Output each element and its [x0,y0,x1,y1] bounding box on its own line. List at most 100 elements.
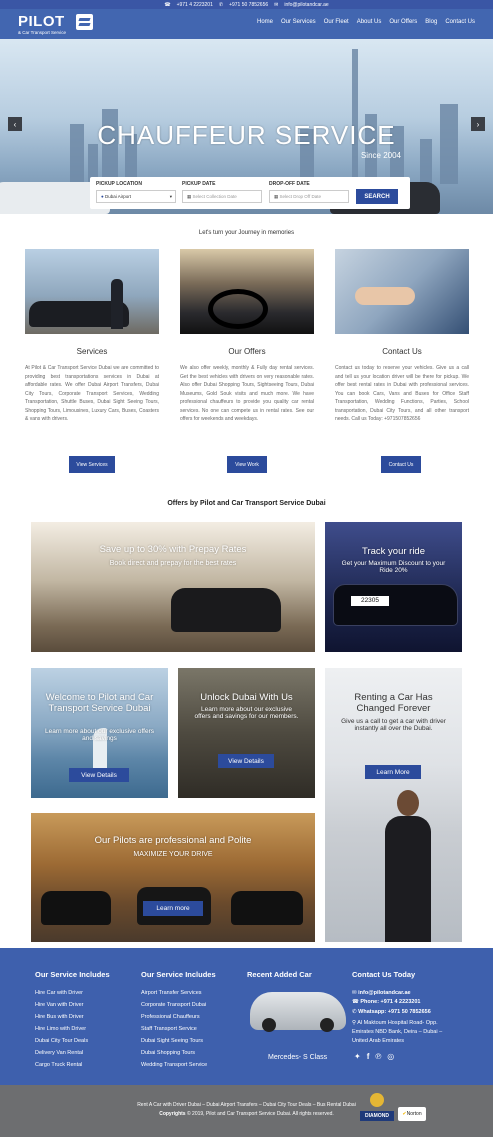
main-navbar: PILOT & Car Transport Service Home Our S… [0,9,493,39]
welcome-title: Welcome to Pilot and Car Transport Servi… [45,692,154,714]
footer-col4-title: Contact Us Today [352,970,416,979]
mercedes-car-image[interactable] [250,992,346,1032]
envelope-icon: ✉ [274,1,279,8]
footer-link[interactable]: Hire Bus with Driver [35,1014,84,1020]
hero-subtitle: Since 2004 [360,151,401,160]
services-title: Services [76,347,108,356]
footer-col3-title: Recent Added Car [247,970,312,979]
woman-body-shape [385,816,431,942]
prepay-title: Save up to 30% with Prepay Rates [99,544,247,555]
prepay-subtitle: Book direct and prepay for the best rate… [109,560,237,567]
license-plate: 22305 [351,596,389,606]
offers-image [180,249,314,334]
diamond-badge-label: DIAMOND [360,1111,394,1121]
track-ride-tile[interactable]: 22305 Track your ride Get your Maximum D… [325,522,462,652]
footer-link[interactable]: Professional Chauffeurs [141,1014,200,1020]
footer-link[interactable]: Dubai City Tour Deals [35,1038,88,1044]
dropoff-date-label: DROP-OFF DATE [269,181,310,187]
instagram-icon[interactable]: ◎ [387,1052,394,1061]
slider-next-button[interactable]: › [471,117,485,131]
social-icons: ✦ f ℗ ◎ [354,1052,394,1061]
view-services-button[interactable]: View Services [69,456,115,473]
footer-whatsapp[interactable]: ✆ Whatsapp: +971 50 7852656 [352,1009,431,1015]
suv-shape [171,588,281,632]
welcome-tile[interactable]: Welcome to Pilot and Car Transport Servi… [31,668,168,798]
welcome-view-details-button[interactable]: View Details [69,768,129,782]
renting-learn-more-button[interactable]: Learn More [365,765,421,779]
twitter-icon[interactable]: ✦ [354,1052,361,1061]
logo-title: PILOT [18,13,65,30]
car-name[interactable]: Mercedes- S Class [268,1054,327,1061]
contact-title: Contact Us [382,347,422,356]
renting-tile[interactable]: Renting a Car Has Changed Forever Give u… [325,668,462,942]
search-button[interactable]: SEARCH [356,189,398,204]
wheel-shape [320,1018,334,1032]
footer-link[interactable]: Wedding Transport Service [141,1062,207,1068]
slider-prev-button[interactable]: ‹ [8,117,22,131]
pickup-date-placeholder: Select Collection Date [192,194,237,199]
offers-heading: Offers by Pilot and Car Transport Servic… [167,500,326,507]
logo-subtitle: & Car Transport Service [18,30,67,35]
offers-title: Our Offers [228,347,266,356]
site-logo[interactable]: PILOT & Car Transport Service [18,13,93,35]
pilots-tile[interactable]: Our Pilots are professional and Polite M… [31,813,315,942]
pilots-subtitle: MAXIMIZE YOUR DRIVE [133,851,213,858]
footer-link[interactable]: Hire Car with Driver [35,990,83,996]
nav-about-us[interactable]: About Us [357,19,382,25]
pickup-location-value: Dubai Airport [104,194,131,199]
nav-contact-us[interactable]: Contact Us [445,19,475,25]
pinterest-icon[interactable]: ℗ [375,1052,381,1061]
norton-badge: ✔ Norton [398,1107,426,1121]
nav-blog[interactable]: Blog [425,19,437,25]
facebook-icon[interactable]: f [367,1052,370,1061]
services-image [25,249,159,334]
footer-link[interactable]: Staff Transport Service [141,1026,197,1032]
topbar-phone2[interactable]: +971 50 7852656 [229,2,268,8]
view-work-button[interactable]: View Work [227,456,267,473]
footer-link[interactable]: Hire Limo with Driver [35,1026,86,1032]
bottom-bar: Rent A Car with Driver Dubai – Dubai Air… [0,1085,493,1137]
welcome-subtitle: Learn more about our exclusive offers an… [45,728,154,742]
pickup-date-input[interactable]: ▦ Select Collection Date [182,190,262,203]
nav-home[interactable]: Home [257,19,273,25]
nav-our-fleet[interactable]: Our Fleet [324,19,349,25]
footer-link[interactable]: Dubai Sight Seeing Tours [141,1038,203,1044]
wheel-shape [262,1018,276,1032]
footer-link[interactable]: Cargo Truck Rental [35,1062,82,1068]
nav-our-services[interactable]: Our Services [281,19,316,25]
topbar-phone1[interactable]: +971 4 2223201 [177,2,213,8]
offers-text: We also offer weekly, monthly & Fully da… [180,365,314,422]
main-menu: Home Our Services Our Fleet About Us Our… [257,19,475,25]
car-shape [231,891,303,925]
topbar-email[interactable]: info@pilotandcar.ae [284,2,328,8]
footer-link[interactable]: Dubai Shopping Tours [141,1050,195,1056]
dropoff-date-placeholder: Select Drop Off Date [279,194,321,199]
renting-subtitle: Give us a call to get a car with driver … [341,718,446,732]
unlock-view-details-button[interactable]: View Details [218,754,274,768]
footer-link[interactable]: Delivery Van Rental [35,1050,83,1056]
renting-title: Renting a Car Has Changed Forever [354,692,433,714]
footer-col1-title: Our Service Includes [35,970,110,979]
diamond-badge: DIAMOND [360,1093,394,1129]
footer-link[interactable]: Airport Transfer Services [141,990,202,996]
footer-link[interactable]: Corporate Transport Dubai [141,1002,206,1008]
footer: Our Service Includes Hire Car with Drive… [0,948,493,1085]
dropoff-date-input[interactable]: ▦ Select Drop Off Date [269,190,349,203]
pickup-location-select[interactable]: ● Dubai Airport ▾ [96,190,176,203]
pilots-learn-more-button[interactable]: Learn more [143,901,203,916]
person-shape [111,279,123,329]
medal-icon [370,1093,384,1107]
footer-address: ⚲ Al Maktoum Hospital Road- Opp. [352,1020,438,1026]
prepay-offer-tile[interactable]: Save up to 30% with Prepay Rates Book di… [31,522,315,652]
footer-email[interactable]: ✉ info@pilotandcar.ae [352,990,411,996]
footer-phone[interactable]: ☎ Phone: +971 4 2223201 [352,999,420,1005]
track-subtitle: Get your Maximum Discount to your Ride 2… [341,560,446,574]
footer-link[interactable]: Hire Van with Driver [35,1002,84,1008]
chevron-down-icon: ▾ [169,194,172,199]
nav-our-offers[interactable]: Our Offers [389,19,417,25]
phone-icon: ☎ [164,1,171,8]
contact-us-button[interactable]: Contact Us [381,456,421,473]
steering-wheel-shape [208,289,268,329]
unlock-dubai-tile[interactable]: Unlock Dubai With Us Learn more about ou… [178,668,315,798]
footer-col2-title: Our Service Includes [141,970,216,979]
